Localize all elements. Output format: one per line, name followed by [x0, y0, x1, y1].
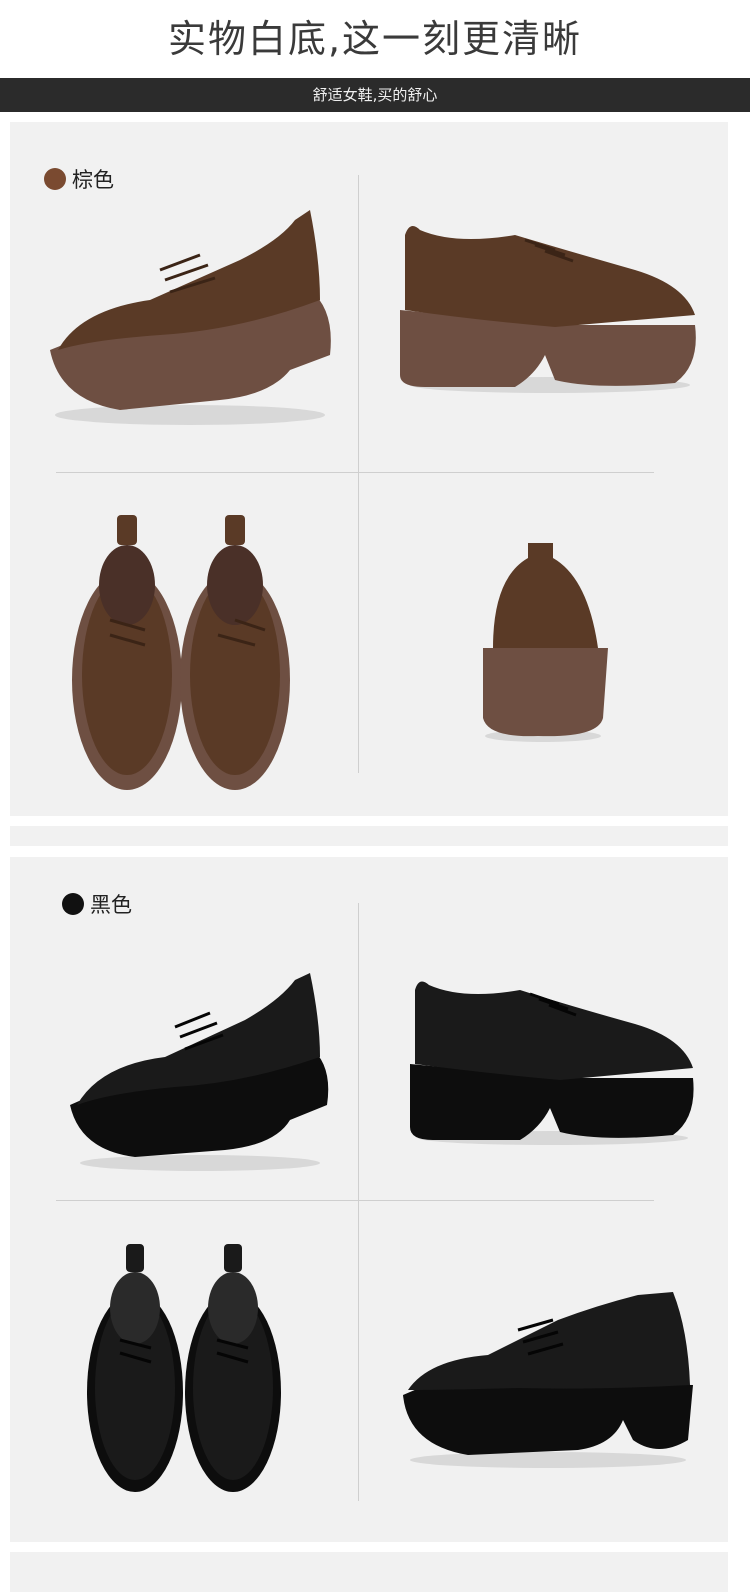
section-separator — [10, 826, 728, 846]
grid-divider-vertical — [358, 175, 359, 773]
shoe-image-side-left — [50, 210, 331, 425]
grid-divider-horizontal — [56, 1200, 654, 1201]
shoe-image-top-pair — [72, 515, 290, 790]
tagline-bar: 舒适女鞋,买的舒心 — [0, 78, 750, 112]
shoe-image-side-left — [70, 973, 329, 1171]
color-dot — [62, 893, 84, 915]
grid-divider-vertical — [358, 903, 359, 1501]
shoe-image-side-right — [410, 981, 694, 1145]
page-title: 实物白底,这一刻更清晰 — [167, 17, 583, 61]
color-swatch-row: 棕色 — [44, 164, 114, 194]
shoe-image-top-pair — [87, 1244, 281, 1492]
shoe-image-front-angle — [403, 1292, 693, 1468]
color-label: 棕色 — [72, 168, 114, 192]
grid-divider-horizontal — [56, 472, 654, 473]
shoe-image-side-right — [400, 226, 696, 393]
section-separator — [10, 1552, 728, 1592]
color-swatch-row: 黑色 — [62, 889, 132, 919]
shoe-image-back — [483, 543, 608, 742]
color-label: 黑色 — [90, 893, 132, 917]
color-dot — [44, 168, 66, 190]
